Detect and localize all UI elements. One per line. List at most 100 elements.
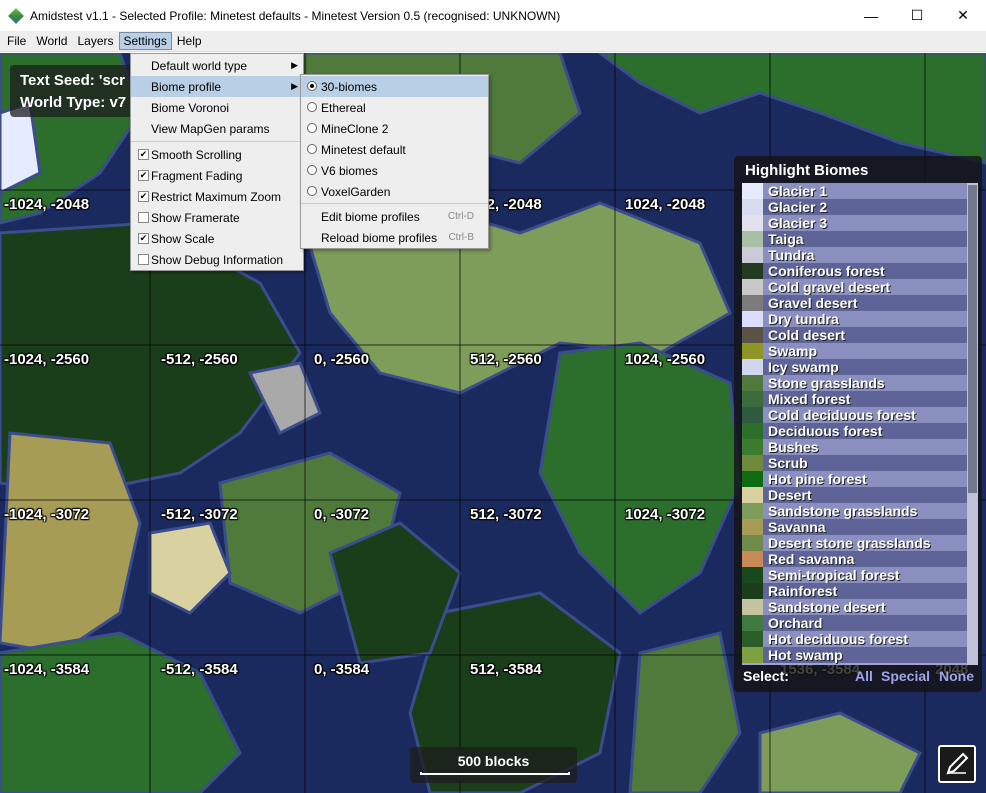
scale-overlay: 500 blocks [410, 747, 577, 783]
scrollbar-thumb[interactable] [968, 185, 977, 493]
menu-item-default-world-type[interactable]: Default world type ▶ [131, 55, 303, 76]
biome-list-item[interactable]: Sandstone desert [742, 599, 967, 615]
biome-list-item[interactable]: Orchard [742, 615, 967, 631]
radio-icon [307, 144, 317, 154]
menu-help[interactable]: Help [172, 32, 207, 50]
biome-list-item[interactable]: Scrub [742, 455, 967, 471]
biome-list-item[interactable]: Gravel desert [742, 295, 967, 311]
menu-item-edit-biome-profiles[interactable]: Edit biome profiles Ctrl-D [301, 206, 488, 227]
biome-list-item[interactable]: Hot pine forest [742, 471, 967, 487]
biome-color-swatch [742, 231, 763, 247]
biome-color-swatch [742, 599, 763, 615]
menu-checkbox-item[interactable]: ✔ Restrict Maximum Zoom [131, 186, 303, 207]
menu-radio-item[interactable]: 30-biomes [301, 76, 488, 97]
menu-radio-item[interactable]: Ethereal [301, 97, 488, 118]
biome-list-item[interactable]: Red savanna [742, 551, 967, 567]
menu-radio-item[interactable]: V6 biomes [301, 160, 488, 181]
biome-color-swatch [742, 375, 763, 391]
biome-list-item[interactable]: Rainforest [742, 583, 967, 599]
biome-color-swatch [742, 567, 763, 583]
menu-checkbox-item[interactable]: ✔ Fragment Fading [131, 165, 303, 186]
biome-list-item[interactable]: Hot swamp [742, 647, 967, 663]
biome-list-item[interactable]: Semi-tropical forest [742, 567, 967, 583]
select-all-link[interactable]: All [855, 668, 873, 684]
biome-list-item[interactable]: Coniferous forest [742, 263, 967, 279]
biome-color-swatch [742, 551, 763, 567]
biome-list[interactable]: Glacier 1 Glacier 2 Glacier 3 Taiga Tundra Co… [742, 183, 978, 665]
seed-text: Text Seed: 'scr [20, 72, 125, 89]
biome-list-item[interactable]: Desert stone grasslands [742, 535, 967, 551]
biome-list-item[interactable]: Cold gravel desert [742, 279, 967, 295]
pen-icon[interactable] [938, 745, 976, 783]
biome-list-item[interactable]: Glacier 3 [742, 215, 967, 231]
biome-list-item[interactable]: Swamp [742, 343, 967, 359]
biome-list-item[interactable]: Glacier 2 [742, 199, 967, 215]
biome-color-swatch [742, 295, 763, 311]
biome-name: Stone grasslands [768, 375, 885, 391]
radio-icon [307, 165, 317, 175]
menu-item-label: Minetest default [321, 142, 406, 157]
biome-name: Glacier 1 [768, 183, 828, 199]
menu-item-view-mapgen-params[interactable]: View MapGen params [131, 118, 303, 139]
checkbox-icon [138, 212, 149, 223]
biome-list-item[interactable]: Sandstone grasslands [742, 503, 967, 519]
biome-list-item[interactable]: Cold deciduous forest [742, 407, 967, 423]
biome-list-item[interactable]: Icy swamp [742, 359, 967, 375]
biome-color-swatch [742, 215, 763, 231]
biome-list-item[interactable]: Deciduous forest [742, 423, 967, 439]
biome-name: Sandstone grasslands [768, 503, 918, 519]
close-icon[interactable]: ✕ [940, 0, 986, 31]
menu-item-reload-biome-profiles[interactable]: Reload biome profiles Ctrl-B [301, 227, 488, 248]
biome-color-swatch [742, 199, 763, 215]
biome-color-swatch [742, 615, 763, 631]
menu-checkbox-item[interactable]: Show Framerate [131, 207, 303, 228]
menu-radio-item[interactable]: MineClone 2 [301, 118, 488, 139]
checkbox-icon: ✔ [138, 149, 149, 160]
accelerator-text: Ctrl-D [447, 211, 474, 222]
biome-list-item[interactable]: Bushes [742, 439, 967, 455]
biome-name: Swamp [768, 343, 818, 359]
menu-item-biome-voronoi[interactable]: Biome Voronoi [131, 97, 303, 118]
menu-radio-item[interactable]: Minetest default [301, 139, 488, 160]
biome-list-item[interactable]: Dry tundra [742, 311, 967, 327]
menu-file[interactable]: File [2, 32, 31, 50]
menu-layers[interactable]: Layers [72, 32, 118, 50]
biome-name: Desert [768, 487, 812, 503]
menu-checkbox-item[interactable]: ✔ Show Scale [131, 228, 303, 249]
menu-settings[interactable]: Settings [118, 32, 172, 50]
biome-name: Deciduous forest [768, 423, 883, 439]
biome-color-swatch [742, 439, 763, 455]
menu-item-label: Show Debug Information [151, 252, 284, 267]
menu-item-biome-profile[interactable]: Biome profile ▶ [131, 76, 303, 97]
biome-list-item[interactable]: Tundra [742, 247, 967, 263]
biome-color-swatch [742, 647, 763, 663]
biome-list-item[interactable]: Taiga [742, 231, 967, 247]
select-special-link[interactable]: Special [881, 668, 930, 684]
biome-list-item[interactable]: Cold desert [742, 327, 967, 343]
select-row: Select: All Special None [743, 668, 979, 686]
biome-name: Cold gravel desert [768, 279, 891, 295]
biome-color-swatch [742, 455, 763, 471]
select-none-link[interactable]: None [939, 668, 974, 684]
menu-radio-item[interactable]: VoxelGarden [301, 181, 488, 202]
biome-name: Coniferous forest [768, 263, 885, 279]
biome-list-item[interactable]: Stone grasslands [742, 375, 967, 391]
submenu-arrow-icon: ▶ [291, 60, 298, 70]
menu-checkbox-item[interactable]: ✔ Smooth Scrolling [131, 144, 303, 165]
menu-item-label: View MapGen params [151, 121, 270, 136]
biome-list-item[interactable]: Hot deciduous forest [742, 631, 967, 647]
coordinate-label: 1024, -2048 [625, 196, 706, 213]
biome-list-item[interactable]: Savanna [742, 519, 967, 535]
minimize-icon[interactable]: — [848, 0, 894, 31]
biome-color-swatch [742, 423, 763, 439]
menu-item-label: Biome Voronoi [151, 100, 230, 115]
menu-world[interactable]: World [31, 32, 72, 50]
biome-list-item[interactable]: Desert [742, 487, 967, 503]
maximize-icon[interactable]: ☐ [894, 0, 940, 31]
biome-list-scrollbar[interactable] [967, 183, 978, 665]
menu-checkbox-item[interactable]: Show Debug Information [131, 249, 303, 270]
biome-list-item[interactable]: Mixed forest [742, 391, 967, 407]
radio-icon [307, 186, 317, 196]
coordinate-label: -512, -3072 [161, 506, 238, 523]
biome-list-item[interactable]: Glacier 1 [742, 183, 967, 199]
